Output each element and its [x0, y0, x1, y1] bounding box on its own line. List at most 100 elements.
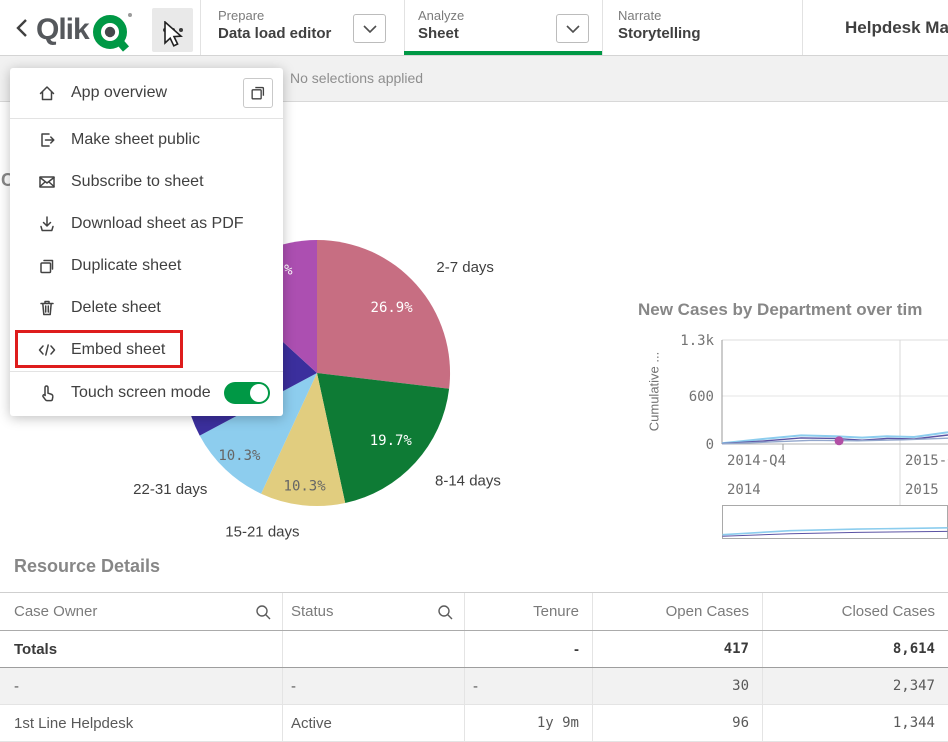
- menu-item-duplicate-sheet[interactable]: Duplicate sheet: [10, 245, 283, 287]
- table-cell[interactable]: -: [465, 631, 593, 667]
- open-in-new-icon: [249, 84, 267, 102]
- pie-percent-label: 19.7%: [370, 433, 413, 449]
- table-cell[interactable]: [283, 631, 465, 667]
- annotation-highlight-embed-sheet: [15, 330, 183, 368]
- table-cell[interactable]: Totals: [0, 631, 283, 667]
- column-header-case-owner[interactable]: Case Owner: [0, 593, 283, 630]
- dot: [171, 28, 175, 32]
- tab-prepare-label: Prepare: [218, 8, 264, 23]
- table-cell[interactable]: Active: [283, 705, 465, 741]
- chevron-down-icon: [566, 25, 580, 33]
- trash-icon: [37, 298, 57, 318]
- touch-icon: [37, 383, 57, 403]
- cell-value: 417: [724, 641, 749, 657]
- cell-value: Totals: [14, 641, 57, 658]
- cell-value: 1,344: [893, 715, 935, 731]
- pie-slice-label: 8-14 days: [435, 472, 501, 489]
- search-icon[interactable]: [437, 604, 454, 621]
- column-header-closed-cases[interactable]: Closed Cases: [763, 593, 948, 630]
- table-cell[interactable]: 30: [593, 668, 763, 704]
- table-row-totals[interactable]: Totals - 417 8,614: [0, 631, 948, 668]
- table-cell[interactable]: 1y 9m: [465, 705, 593, 741]
- table-cell[interactable]: 1,344: [763, 705, 948, 741]
- pie-slice-label: 2-7 days: [436, 259, 494, 276]
- touch-mode-toggle[interactable]: [224, 382, 270, 404]
- table-cell[interactable]: 417: [593, 631, 763, 667]
- active-tab-underline: [404, 51, 602, 55]
- pie-slice-label: 15-21 days: [225, 524, 299, 540]
- pie-percent-label: 26.9%: [371, 300, 414, 316]
- column-header-open-cases[interactable]: Open Cases: [593, 593, 763, 630]
- tab-analyze[interactable]: Analyze Sheet: [404, 0, 602, 55]
- tab-prepare-value: Data load editor: [218, 25, 331, 42]
- more-options-button[interactable]: [152, 8, 193, 52]
- x-axis-label: 2014: [727, 482, 761, 498]
- table-row-2[interactable]: 1st Line Helpdesk Active 1y 9m 96 1,344: [0, 705, 948, 742]
- cell-value: 30: [732, 678, 749, 694]
- table-cell[interactable]: -: [283, 668, 465, 704]
- column-header-tenure[interactable]: Tenure: [465, 593, 593, 630]
- pie-percent-label: 10.3%: [218, 448, 261, 464]
- menu-item-label: Duplicate sheet: [71, 257, 181, 275]
- menu-item-delete-sheet[interactable]: Delete sheet: [10, 287, 283, 329]
- menu-item-label: Subscribe to sheet: [71, 173, 204, 191]
- tab-analyze-label: Analyze: [418, 8, 464, 23]
- toolbar-divider: [802, 0, 803, 55]
- column-header-status[interactable]: Status: [283, 593, 465, 630]
- tab-narrate-label: Narrate: [618, 8, 661, 23]
- table-title: Resource Details: [14, 556, 160, 577]
- column-header-label: Closed Cases: [842, 603, 935, 620]
- menu-item-download-sheet-as-pdf[interactable]: Download sheet as PDF: [10, 203, 283, 245]
- cell-value: -: [291, 678, 296, 695]
- y-axis-tick: 1.3k: [680, 333, 714, 349]
- toggle-knob: [250, 384, 268, 402]
- table-row-1[interactable]: - - - 30 2,347: [0, 668, 948, 705]
- column-header-label: Case Owner: [14, 603, 97, 620]
- qlik-logo[interactable]: Qlik: [36, 8, 135, 52]
- cell-value: Active: [291, 715, 332, 732]
- cell-value: -: [14, 678, 19, 695]
- prepare-dropdown-button[interactable]: [353, 14, 386, 43]
- line-chart-plot[interactable]: 1.3k60002014-Q42015-Q20142015: [628, 295, 948, 545]
- menu-item-subscribe-to-sheet[interactable]: Subscribe to sheet: [10, 161, 283, 203]
- open-in-new-button[interactable]: [243, 78, 273, 108]
- column-header-label: Status: [291, 603, 334, 620]
- range-navigator[interactable]: [723, 506, 948, 539]
- selections-status-text: No selections applied: [290, 56, 423, 101]
- tab-analyze-value: Sheet: [418, 25, 459, 42]
- analyze-dropdown-button[interactable]: [556, 14, 589, 43]
- duplicate-icon: [37, 256, 57, 276]
- table-cell[interactable]: 1st Line Helpdesk: [0, 705, 283, 741]
- menu-item-label: Touch screen mode: [71, 384, 211, 402]
- menu-item-label: App overview: [71, 84, 167, 102]
- app-title[interactable]: Helpdesk Man: [845, 0, 948, 55]
- menu-item-make-sheet-public[interactable]: Make sheet public: [10, 119, 283, 161]
- search-icon[interactable]: [255, 604, 272, 621]
- menu-item-touch-screen-mode[interactable]: Touch screen mode: [10, 372, 283, 414]
- table-cell[interactable]: 2,347: [763, 668, 948, 704]
- resource-details-table: Case Owner Status Tenure Open Cases Closed C…: [0, 592, 948, 742]
- tab-narrate[interactable]: Narrate Storytelling: [602, 0, 802, 55]
- tab-prepare[interactable]: Prepare Data load editor: [200, 0, 404, 55]
- pie-slice-label: 22-31 days: [133, 481, 207, 498]
- y-axis-tick: 0: [706, 437, 714, 453]
- table-cell[interactable]: 8,614: [763, 631, 948, 667]
- data-point-marker[interactable]: [835, 436, 844, 445]
- column-header-label: Tenure: [533, 603, 579, 620]
- x-axis-label: 2015-Q: [905, 453, 948, 469]
- table-cell[interactable]: 96: [593, 705, 763, 741]
- menu-item-app-overview[interactable]: App overview: [10, 68, 283, 118]
- cell-value: -: [473, 678, 478, 695]
- cell-value: 1y 9m: [537, 715, 579, 731]
- x-axis-label: 2014-Q4: [727, 453, 786, 469]
- chevron-left-icon: [16, 18, 28, 38]
- cell-value: 2,347: [893, 678, 935, 694]
- tab-narrate-value: Storytelling: [618, 25, 701, 42]
- back-button[interactable]: [10, 15, 34, 41]
- pie-percent-label: 10.3%: [284, 478, 327, 494]
- cell-value: 8,614: [893, 641, 935, 657]
- top-navigation-bar: Qlik Prepare Data load editor Analyze Sh…: [0, 0, 948, 56]
- cell-value: -: [574, 641, 579, 658]
- table-cell[interactable]: -: [465, 668, 593, 704]
- table-cell[interactable]: -: [0, 668, 283, 704]
